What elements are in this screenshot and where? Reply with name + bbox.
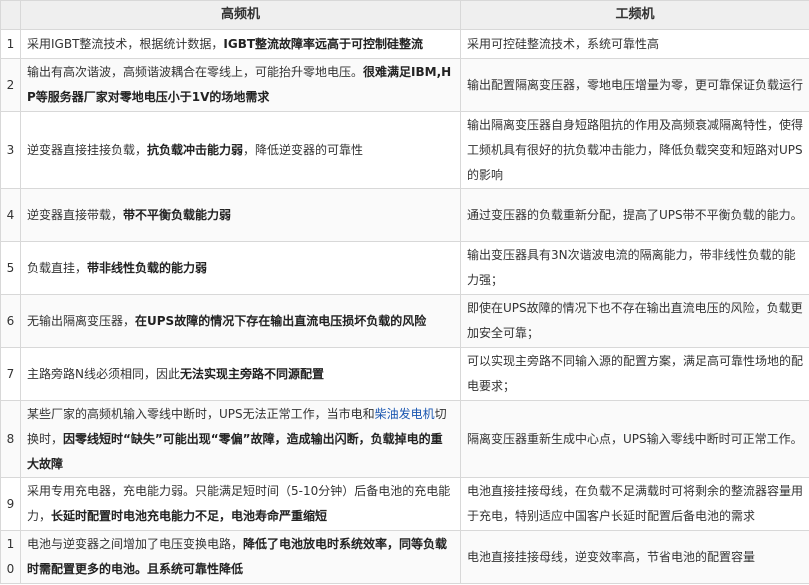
table-row: 5 负载直挂，带非线性负载的能力弱 输出变压器具有3N次谐波电流的隔离能力，带非… [0, 241, 809, 295]
high-frequency-cell: 负载直挂，带非线性负载的能力弱 [20, 241, 461, 295]
table-row: 4 逆变器直接带载，带不平衡负载能力弱 通过变压器的负载重新分配，提高了UPS带… [0, 188, 809, 242]
cell-text: 逆变器直接带载， [27, 207, 124, 222]
row-index: 8 [0, 400, 21, 478]
power-frequency-cell: 通过变压器的负载重新分配，提高了UPS带不平衡负载的能力。 [460, 188, 809, 242]
table-row: 3 逆变器直接挂接负载，抗负载冲击能力弱，降低逆变器的可靠性 输出隔离变压器自身… [0, 111, 809, 189]
table-row: 2 输出有高次谐波，高频谐波耦合在零线上，可能抬升零地电压。很难满足IBM,HP… [0, 58, 809, 112]
cell-text: 输出有高次谐波，高频谐波耦合在零线上，可能抬升零地电压。 [27, 65, 364, 79]
cell-text: 电池直接挂接母线，逆变效率高，节省电池的配置容量 [467, 549, 756, 564]
power-frequency-cell: 即使在UPS故障的情况下也不存在输出直流电压的风险，负载更加安全可靠； [460, 294, 809, 348]
high-frequency-cell: 主路旁路N线必须相同，因此无法实现主旁路不同源配置 [20, 347, 461, 401]
table-row: 6 无输出隔离变压器，在UPS故障的情况下存在输出直流电压损坏负载的风险 即使在… [0, 294, 809, 348]
comparison-table: 高频机 工频机 1 采用IGBT整流技术，根据统计数据，IGBT整流故障率远高于… [0, 0, 809, 584]
cell-text-bold: 在UPS故障的情况下存在输出直流电压损坏负载的风险 [135, 313, 427, 328]
table-row: 10 电池与逆变器之间增加了电压变换电路，降低了电池放电时系统效率，同等负载时需… [0, 530, 809, 584]
cell-text-bold: 带非线性负载的能力弱 [87, 260, 208, 275]
cell-text: 输出配置隔离变压器，零地电压增量为零，更可靠保证负载运行 [467, 77, 804, 92]
row-index: 10 [0, 530, 21, 584]
table-row: 1 采用IGBT整流技术，根据统计数据，IGBT整流故障率远高于可控制硅整流 采… [0, 29, 809, 59]
cell-text-bold: 带不平衡负载能力弱 [123, 207, 232, 222]
row-index: 7 [0, 347, 21, 401]
cell-text-bold: 因零线短时“缺失”可能出现“零偏”故障，造成输出闪断，负载掉电的重大故障 [27, 431, 443, 471]
cell-text: 某些厂家的高频机输入零线中断时，UPS无法正常工作，当市电和 [27, 406, 375, 421]
power-frequency-cell: 输出变压器具有3N次谐波电流的隔离能力，带非线性负载的能力强； [460, 241, 809, 295]
power-frequency-cell: 采用可控硅整流技术，系统可靠性高 [460, 29, 809, 59]
cell-text-bold: 抗负载冲击能力弱 [147, 142, 244, 157]
cell-text: 主路旁路N线必须相同，因此 [27, 366, 180, 381]
diesel-generator-link[interactable]: 柴油发电机 [375, 407, 435, 421]
cell-text: 采用可控硅整流技术，系统可靠性高 [467, 36, 660, 51]
cell-text: 电池与逆变器之间增加了电压变换电路， [27, 537, 244, 551]
cell-text: 采用IGBT整流技术，根据统计数据， [27, 36, 224, 51]
power-frequency-cell: 隔离变压器重新生成中心点，UPS输入零线中断时可正常工作。 [460, 400, 809, 478]
power-frequency-cell: 输出配置隔离变压器，零地电压增量为零，更可靠保证负载运行 [460, 58, 809, 112]
high-frequency-cell: 逆变器直接挂接负载，抗负载冲击能力弱，降低逆变器的可靠性 [20, 111, 461, 189]
high-frequency-cell: 无输出隔离变压器，在UPS故障的情况下存在输出直流电压损坏负载的风险 [20, 294, 461, 348]
table-header-row: 高频机 工频机 [0, 0, 809, 30]
table-row: 8 某些厂家的高频机输入零线中断时，UPS无法正常工作，当市电和柴油发电机切换时… [0, 400, 809, 478]
high-frequency-cell: 输出有高次谐波，高频谐波耦合在零线上，可能抬升零地电压。很难满足IBM,HP等服… [20, 58, 461, 112]
cell-text: 输出变压器具有3N次谐波电流的隔离能力，带非线性负载的能力强； [467, 248, 796, 287]
power-frequency-cell: 电池直接挂接母线，在负载不足满载时可将剩余的整流器容量用于充电，特别适应中国客户… [460, 477, 809, 531]
power-frequency-cell: 输出隔离变压器自身短路阻抗的作用及高频衰减隔离特性，使得工频机具有很好的抗负载冲… [460, 111, 809, 189]
high-frequency-cell: 采用专用充电器，充电能力弱。只能满足短时间（5-10分钟）后备电池的充电能力，长… [20, 477, 461, 531]
table-row: 9 采用专用充电器，充电能力弱。只能满足短时间（5-10分钟）后备电池的充电能力… [0, 477, 809, 531]
row-index: 6 [0, 294, 21, 348]
power-frequency-cell: 电池直接挂接母线，逆变效率高，节省电池的配置容量 [460, 530, 809, 584]
cell-text: 无输出隔离变压器， [27, 313, 136, 328]
high-frequency-cell: 逆变器直接带载，带不平衡负载能力弱 [20, 188, 461, 242]
cell-text: 负载直挂， [27, 260, 88, 275]
high-frequency-cell: 某些厂家的高频机输入零线中断时，UPS无法正常工作，当市电和柴油发电机切换时，因… [20, 400, 461, 478]
table-row: 7 主路旁路N线必须相同，因此无法实现主旁路不同源配置 可以实现主旁路不同输入源… [0, 347, 809, 401]
row-index: 2 [0, 58, 21, 112]
header-power-frequency: 工频机 [460, 0, 809, 30]
cell-text: 逆变器直接挂接负载， [27, 142, 148, 157]
cell-text-bold: 无法实现主旁路不同源配置 [179, 366, 324, 381]
row-index: 1 [0, 29, 21, 59]
cell-text: 可以实现主旁路不同输入源的配置方案，满足高可靠性场地的配电要求； [467, 354, 804, 393]
power-frequency-cell: 可以实现主旁路不同输入源的配置方案，满足高可靠性场地的配电要求； [460, 347, 809, 401]
cell-text: 通过变压器的负载重新分配，提高了UPS带不平衡负载的能力。 [467, 207, 803, 222]
header-index [0, 0, 21, 30]
cell-text: 输出隔离变压器自身短路阻抗的作用及高频衰减隔离特性，使得工频机具有很好的抗负载冲… [467, 117, 804, 182]
row-index: 5 [0, 241, 21, 295]
cell-text-bold: 长延时配置时电池充电能力不足，电池寿命严重缩短 [51, 509, 328, 523]
header-high-frequency: 高频机 [20, 0, 461, 30]
cell-text: 即使在UPS故障的情况下也不存在输出直流电压的风险，负载更加安全可靠； [467, 301, 803, 340]
row-index: 3 [0, 111, 21, 189]
row-index: 4 [0, 188, 21, 242]
row-index: 9 [0, 477, 21, 531]
high-frequency-cell: 采用IGBT整流技术，根据统计数据，IGBT整流故障率远高于可控制硅整流 [20, 29, 461, 59]
cell-text: 电池直接挂接母线，在负载不足满载时可将剩余的整流器容量用于充电，特别适应中国客户… [467, 484, 804, 523]
cell-text-bold: IGBT整流故障率远高于可控制硅整流 [223, 36, 424, 51]
high-frequency-cell: 电池与逆变器之间增加了电压变换电路，降低了电池放电时系统效率，同等负载时需配置更… [20, 530, 461, 584]
cell-text: ，降低逆变器的可靠性 [243, 142, 364, 157]
cell-text: 隔离变压器重新生成中心点，UPS输入零线中断时可正常工作。 [467, 431, 803, 446]
